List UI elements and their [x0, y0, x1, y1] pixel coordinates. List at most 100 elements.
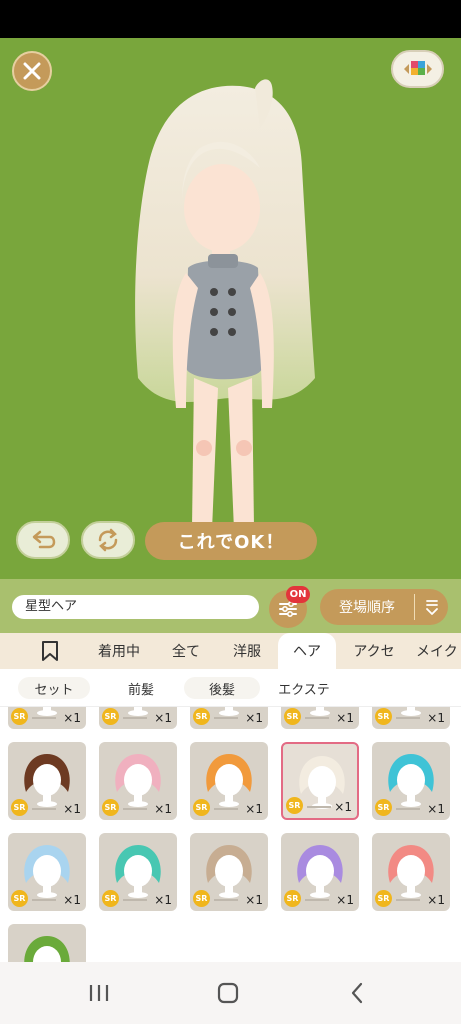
hair-item-card[interactable]: SR ×1	[99, 742, 177, 820]
quantity-divider	[307, 806, 331, 808]
hair-item-card[interactable]: SR ×1	[281, 707, 359, 729]
mannequin-stand	[37, 892, 57, 898]
mannequin-neck	[43, 794, 51, 802]
quantity-divider	[396, 899, 420, 901]
mannequin-stand	[128, 801, 148, 807]
mannequin-stand	[401, 892, 421, 898]
item-quantity: ×1	[63, 802, 81, 816]
quantity-divider	[123, 808, 147, 810]
mannequin-stand	[310, 710, 330, 716]
sort-order-icon[interactable]	[420, 589, 444, 625]
hair-item-card[interactable]: SR ×1	[372, 742, 450, 820]
mannequin-head	[397, 855, 425, 887]
mannequin-neck	[134, 794, 142, 802]
subtab-extensions[interactable]: エクステ	[264, 677, 344, 699]
mannequin-head	[397, 764, 425, 796]
sort-button[interactable]: 登場順序	[320, 589, 448, 625]
item-quantity: ×1	[334, 800, 352, 814]
rotate-button[interactable]	[81, 521, 135, 559]
subtab-set[interactable]: セット	[18, 677, 90, 699]
mannequin-head	[308, 766, 336, 798]
tab-clothes[interactable]: 洋服	[222, 633, 272, 669]
quantity-divider	[214, 717, 238, 719]
quantity-divider	[32, 808, 56, 810]
rarity-badge: SR	[193, 799, 210, 816]
close-button[interactable]	[12, 51, 52, 91]
quantity-divider	[214, 899, 238, 901]
hair-item-card[interactable]: SR ×1	[8, 742, 86, 820]
rarity-badge: SR	[11, 708, 28, 725]
mannequin-head	[215, 855, 243, 887]
home-icon	[217, 982, 239, 1004]
rarity-badge: SR	[11, 890, 28, 907]
hair-item-card[interactable]: SR ×1	[372, 707, 450, 729]
hair-item-card[interactable]: SR ×1	[8, 707, 86, 729]
mannequin-neck	[225, 794, 233, 802]
item-quantity: ×1	[427, 893, 445, 907]
rarity-badge: SR	[284, 708, 301, 725]
rarity-badge: SR	[102, 708, 119, 725]
item-quantity: ×1	[154, 802, 172, 816]
mannequin-head	[33, 764, 61, 796]
mannequin-neck	[43, 885, 51, 893]
undo-icon	[32, 530, 56, 549]
back-icon	[351, 982, 363, 1004]
hair-item-card[interactable]: SR ×1	[372, 833, 450, 911]
avatar-preview-stage: これでOK！	[0, 38, 461, 579]
sort-divider	[414, 594, 415, 620]
hair-item-card[interactable]: SR ×1	[190, 833, 268, 911]
system-navigation-bar	[0, 962, 461, 1024]
tab-makeup[interactable]: メイク	[416, 633, 461, 669]
mannequin-head	[124, 855, 152, 887]
mannequin-stand	[219, 710, 239, 716]
tab-wearing[interactable]: 着用中	[88, 633, 150, 669]
rarity-badge: SR	[284, 890, 301, 907]
hair-item-card[interactable]: SR ×1	[281, 833, 359, 911]
tab-hair[interactable]: ヘア	[278, 633, 336, 669]
mannequin-head	[33, 855, 61, 887]
undo-button[interactable]	[16, 521, 70, 559]
sort-label: 登場順序	[339, 600, 395, 616]
item-grid: SR ×1 SR ×1 SR ×1 SR ×1 SR ×1 SR ×1 SR ×1 SR ×1 SR ×1 SR ×1…	[0, 707, 461, 962]
subtab-back-hair[interactable]: 後髪	[184, 677, 260, 699]
rarity-badge: SR	[102, 890, 119, 907]
tab-accessories[interactable]: アクセ	[342, 633, 406, 669]
rarity-badge: SR	[375, 708, 392, 725]
search-input[interactable]: 星型ヘア	[12, 595, 259, 619]
tab-all[interactable]: 全て	[162, 633, 210, 669]
hair-item-card[interactable]: SR ×1	[8, 833, 86, 911]
home-button[interactable]	[208, 980, 248, 1006]
hair-item-card[interactable]: SR ×1	[99, 707, 177, 729]
quantity-divider	[123, 717, 147, 719]
mannequin-neck	[318, 796, 326, 804]
hair-item-card[interactable]: SR ×1	[281, 742, 359, 820]
rarity-badge: SR	[193, 890, 210, 907]
mannequin-head	[124, 764, 152, 796]
rarity-badge: SR	[102, 799, 119, 816]
filter-on-badge: ON	[286, 586, 310, 603]
item-quantity: ×1	[63, 893, 81, 907]
mannequin-head	[306, 855, 334, 887]
background-toggle-button[interactable]	[391, 50, 444, 88]
background-palette-icon	[403, 61, 432, 75]
hair-item-card[interactable]: SR ×1	[190, 707, 268, 729]
mannequin-stand	[128, 892, 148, 898]
item-quantity: ×1	[63, 711, 81, 725]
mannequin-neck	[134, 885, 142, 893]
hair-item-card[interactable]: SR ×1	[190, 742, 268, 820]
recents-button[interactable]	[79, 980, 119, 1006]
hair-item-thumbnail	[24, 936, 70, 962]
quantity-divider	[396, 717, 420, 719]
back-button[interactable]	[337, 980, 377, 1006]
mannequin-neck	[407, 794, 415, 802]
confirm-ok-button[interactable]: これでOK！	[145, 522, 317, 560]
item-quantity: ×1	[245, 802, 263, 816]
hair-item-card[interactable]: SR ×1	[99, 833, 177, 911]
item-quantity: ×1	[336, 711, 354, 725]
item-quantity: ×1	[245, 711, 263, 725]
subtab-bangs[interactable]: 前髪	[104, 677, 178, 699]
tab-bookmark[interactable]	[32, 633, 68, 669]
hair-item-card[interactable]	[8, 924, 86, 962]
mannequin-stand	[219, 801, 239, 807]
mannequin-neck	[316, 885, 324, 893]
